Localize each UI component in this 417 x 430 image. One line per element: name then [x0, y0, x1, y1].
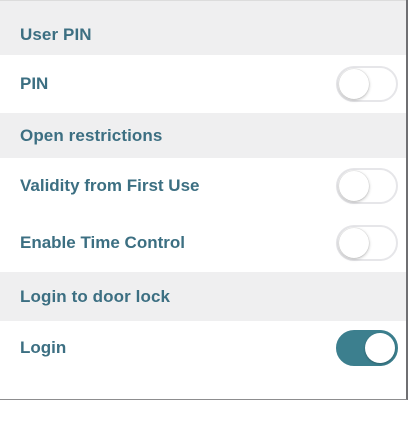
top-separator: [0, 0, 406, 14]
pin-toggle[interactable]: [336, 66, 398, 102]
row-label-pin: PIN: [20, 74, 49, 93]
toggle-knob: [365, 333, 395, 363]
row-label-login: Login: [20, 338, 67, 357]
settings-panel: User PIN PIN Open restrictions Validity …: [0, 0, 408, 400]
login-toggle[interactable]: [336, 330, 398, 366]
section-header-open-restrictions: Open restrictions: [20, 125, 163, 145]
toggle-knob: [339, 228, 369, 258]
settings-row-enable-time-control[interactable]: Enable Time Control: [0, 214, 406, 272]
toggle-knob: [339, 69, 369, 99]
toggle-knob: [339, 171, 369, 201]
settings-row-login[interactable]: Login: [0, 321, 406, 371]
section-header-login-door-lock: Login to door lock: [20, 286, 171, 306]
section-header-user-pin: User PIN: [20, 24, 92, 44]
bottom-row-area: [0, 371, 406, 399]
settings-row-pin[interactable]: PIN: [0, 55, 406, 113]
row-label-validity-first-use: Validity from First Use: [20, 176, 200, 195]
row-label-enable-time-control: Enable Time Control: [20, 233, 185, 252]
validity-first-use-toggle[interactable]: [336, 168, 398, 204]
enable-time-control-toggle[interactable]: [336, 225, 398, 261]
settings-row-validity-first-use[interactable]: Validity from First Use: [0, 158, 406, 214]
